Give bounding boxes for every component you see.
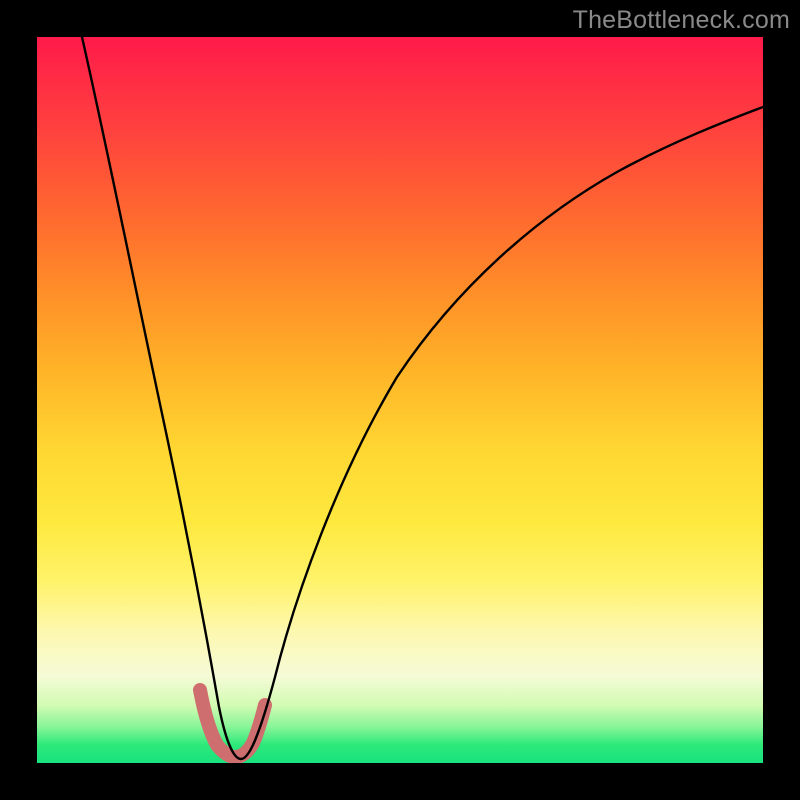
bottleneck-curve <box>82 37 763 759</box>
chart-frame: TheBottleneck.com <box>0 0 800 800</box>
watermark-text: TheBottleneck.com <box>573 6 790 35</box>
curve-layer <box>37 37 763 763</box>
plot-area <box>37 37 763 763</box>
minimum-band-accent <box>200 690 265 757</box>
